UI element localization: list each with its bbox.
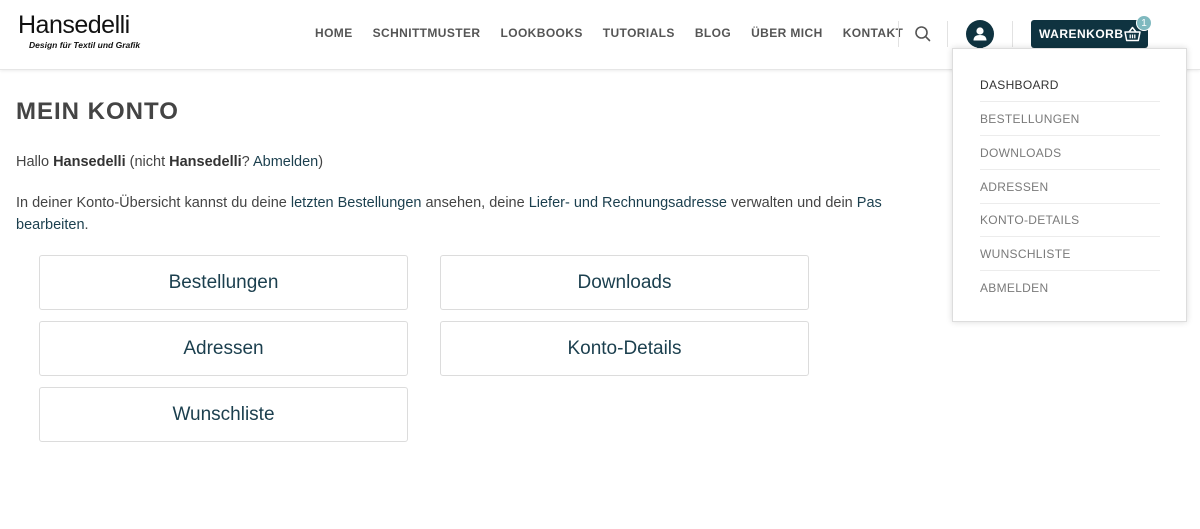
main-nav: HOME SCHNITTMUSTER LOOKBOOKS TUTORIALS B… [315, 26, 903, 40]
menu-konto-details[interactable]: KONTO-DETAILS [980, 203, 1160, 237]
nav-kontakt[interactable]: KONTAKT [843, 26, 904, 40]
tile-orders[interactable]: Bestellungen [39, 255, 408, 310]
greeting-not: (nicht [125, 154, 170, 170]
intro-text-1: In deiner Konto-Übersicht kannst du dein… [16, 195, 291, 211]
greeting-username-2: Hansedelli [169, 154, 242, 170]
nav-schnittmuster[interactable]: SCHNITTMUSTER [373, 26, 481, 40]
menu-dashboard[interactable]: DASHBOARD [980, 68, 1160, 102]
user-icon [973, 27, 987, 41]
nav-divider [947, 21, 948, 47]
intro-text-3: verwalten und dein [727, 195, 857, 211]
greeting-question: ? [241, 154, 253, 170]
nav-tutorials[interactable]: TUTORIALS [603, 26, 675, 40]
menu-adressen[interactable]: ADRESSEN [980, 170, 1160, 204]
recent-orders-link[interactable]: letzten Bestellungen [291, 195, 422, 211]
greeting-hello: Hallo [16, 154, 54, 170]
tile-wishlist[interactable]: Wunschliste [39, 387, 408, 442]
nav-ueber-mich[interactable]: ÜBER MICH [751, 26, 823, 40]
search-icon[interactable] [913, 24, 933, 44]
logo-title: Hansedelli [18, 11, 130, 39]
password-link-end[interactable]: bearbeiten [16, 217, 85, 233]
menu-abmelden[interactable]: ABMELDEN [980, 271, 1160, 305]
addresses-link[interactable]: Liefer- und Rechnungsadresse [529, 195, 727, 211]
cart-label: WARENKORB [1039, 27, 1124, 41]
tile-addresses[interactable]: Adressen [39, 321, 408, 376]
nav-home[interactable]: HOME [315, 26, 353, 40]
password-link-start[interactable]: Pas [857, 195, 882, 211]
greeting-close: ) [318, 154, 324, 170]
account-button[interactable] [966, 20, 994, 48]
tile-account-details[interactable]: Konto-Details [440, 321, 809, 376]
cart-button[interactable]: WARENKORB [1031, 20, 1148, 48]
account-dropdown: DASHBOARD BESTELLUNGEN DOWNLOADS ADRESSE… [952, 48, 1187, 322]
nav-divider [898, 21, 899, 47]
intro-text-2: ansehen, deine [421, 195, 529, 211]
logo[interactable]: Hansedelli Design für Textil und Grafik [18, 12, 140, 50]
nav-lookbooks[interactable]: LOOKBOOKS [500, 26, 582, 40]
cart-count-badge: 1 [1136, 15, 1152, 31]
nav-blog[interactable]: BLOG [695, 26, 731, 40]
menu-bestellungen[interactable]: BESTELLUNGEN [980, 102, 1160, 136]
intro-text-4: . [84, 217, 89, 233]
logout-link[interactable]: Abmelden [253, 154, 318, 170]
logo-subtitle: Design für Textil und Grafik [29, 40, 141, 50]
greeting-text: Hallo Hansedelli (nicht Hansedelli? Abme… [16, 154, 323, 170]
menu-downloads[interactable]: DOWNLOADS [980, 136, 1160, 170]
menu-wunschliste[interactable]: WUNSCHLISTE [980, 237, 1160, 271]
tile-downloads[interactable]: Downloads [440, 255, 809, 310]
greeting-username: Hansedelli [53, 154, 126, 170]
page-title: MEIN KONTO [16, 98, 179, 125]
nav-divider [1012, 21, 1013, 47]
